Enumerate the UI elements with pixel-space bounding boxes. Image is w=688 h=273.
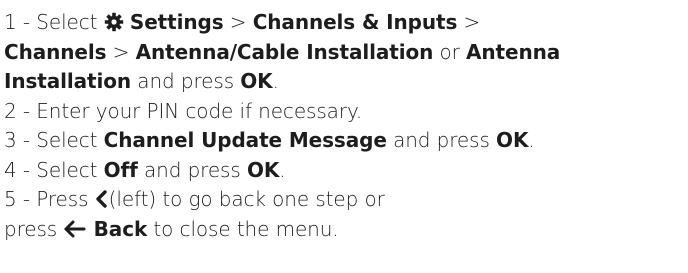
step-text: and press [137,157,247,182]
menu-path-settings: Settings [129,10,224,34]
ok-key: OK [240,69,273,93]
step-1-line-2: Channels > Antenna/Cable Installation or… [4,38,684,68]
step-text: . [528,128,535,152]
step-text: to close the menu. [147,216,339,241]
path-separator: > [457,10,481,34]
step-text: Select [36,157,104,182]
step-text: Press [36,187,89,211]
instruction-list: 1 - Select Settings > Channels & Inputs … [4,8,684,244]
ok-key: OK [496,128,529,152]
path-separator: > [223,10,253,34]
step-text: . [272,69,279,93]
step-number: 4 - [4,157,30,182]
step-text: . [279,157,286,182]
step-1-line-3: Installation and press OK. [4,67,684,97]
step-text: Select [36,128,104,152]
chevron-left-icon [95,189,109,209]
menu-path-antenna: Antenna [466,39,561,64]
back-key: Back [93,216,148,241]
step-3: 3 - Select Channel Update Message and pr… [4,126,684,156]
step-number: 2 - [4,98,30,123]
option-off: Off [103,157,138,182]
step-text: (left) to go back one step or [108,187,385,211]
arrow-left-icon [63,219,87,239]
menu-item-channel-update-message: Channel Update Message [103,128,387,152]
step-text: Enter your PIN code if necessary. [36,98,363,123]
step-text: press [4,216,58,241]
step-number: 1 - [4,10,30,34]
menu-path-antenna-cable: Antenna/Cable Installation [135,39,434,64]
menu-path-installation: Installation [4,69,132,93]
step-text: and press [386,128,497,152]
menu-path-channels-inputs: Channels & Inputs [252,10,458,34]
step-5-line-1: 5 - Press (left) to go back one step or [4,185,684,215]
step-text: or [433,39,467,64]
step-4: 4 - Select Off and press OK. [4,156,684,186]
ok-key: OK [246,157,280,182]
menu-path-channels: Channels [4,39,107,64]
step-number: 5 - [4,187,30,211]
path-separator: > [106,39,136,64]
step-2: 2 - Enter your PIN code if necessary. [4,97,684,127]
step-text: and press [131,69,241,93]
step-number: 3 - [4,128,30,152]
step-text: Select [36,10,98,34]
gear-icon [104,12,124,32]
step-5-line-2: press Back to close the menu. [4,215,684,245]
step-1-line-1: 1 - Select Settings > Channels & Inputs … [4,8,684,38]
